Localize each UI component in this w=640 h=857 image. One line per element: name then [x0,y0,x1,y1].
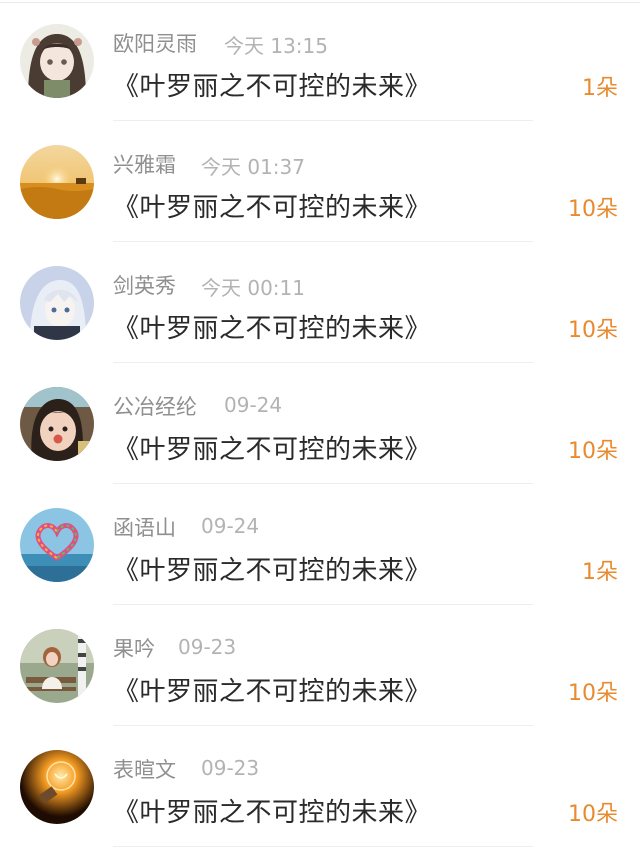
anime-girl-avatar [20,24,94,98]
user-name[interactable]: 函语山 [113,512,176,542]
avatar[interactable] [20,24,94,98]
user-name[interactable]: 果吟 [113,633,155,663]
avatar[interactable] [20,145,94,219]
sunset-field-avatar [20,145,94,219]
row-divider [113,846,533,847]
flower-count: 10朵 [568,439,618,464]
timestamp: 今天 00:11 [201,276,305,300]
flower-count: 1朵 [582,560,618,585]
avatar[interactable] [20,266,94,340]
list-item[interactable]: 兴雅霜 今天 01:37 《叶罗丽之不可控的未来》 10朵 [0,121,640,242]
lightbulb-avatar [20,750,94,824]
timestamp: 09-24 [201,514,260,538]
list-item[interactable]: 公冶经纶 09-24 《叶罗丽之不可控的未来》 10朵 [0,363,640,484]
user-name[interactable]: 表暄文 [113,754,176,784]
book-title[interactable]: 《叶罗丽之不可控的未来》 [113,429,431,466]
timestamp: 今天 01:37 [201,155,305,179]
avatar[interactable] [20,508,94,582]
flower-count: 10朵 [568,197,618,222]
book-title[interactable]: 《叶罗丽之不可控的未来》 [113,308,431,345]
timestamp: 09-24 [224,393,283,417]
avatar[interactable] [20,387,94,461]
book-title[interactable]: 《叶罗丽之不可控的未来》 [113,792,431,829]
anime-boy-avatar [20,266,94,340]
list-item[interactable]: 表暄文 09-23 《叶罗丽之不可控的未来》 10朵 [0,726,640,847]
heart-sea-avatar [20,508,94,582]
book-title[interactable]: 《叶罗丽之不可控的未来》 [113,187,431,224]
bench-girl-avatar [20,629,94,703]
timestamp: 09-23 [178,635,237,659]
list-item[interactable]: 函语山 09-24 《叶罗丽之不可控的未来》 1朵 [0,484,640,605]
flower-count: 10朵 [568,318,618,343]
list-item[interactable]: 果吟 09-23 《叶罗丽之不可控的未来》 10朵 [0,605,640,726]
flower-count: 10朵 [568,681,618,706]
child-photo-avatar [20,387,94,461]
avatar[interactable] [20,629,94,703]
user-name[interactable]: 欧阳灵雨 [113,28,197,58]
user-name[interactable]: 兴雅霜 [113,149,176,179]
user-name[interactable]: 剑英秀 [113,270,176,300]
book-title[interactable]: 《叶罗丽之不可控的未来》 [113,671,431,708]
list-item[interactable]: 欧阳灵雨 今天 13:15 《叶罗丽之不可控的未来》 1朵 [0,0,640,121]
book-title[interactable]: 《叶罗丽之不可控的未来》 [113,66,431,103]
list-item[interactable]: 剑英秀 今天 00:11 《叶罗丽之不可控的未来》 10朵 [0,242,640,363]
book-title[interactable]: 《叶罗丽之不可控的未来》 [113,550,431,587]
avatar[interactable] [20,750,94,824]
user-name[interactable]: 公冶经纶 [113,391,197,421]
timestamp: 今天 13:15 [224,34,328,58]
timestamp: 09-23 [201,756,260,780]
flower-count: 10朵 [568,802,618,827]
flower-count: 1朵 [582,76,618,101]
